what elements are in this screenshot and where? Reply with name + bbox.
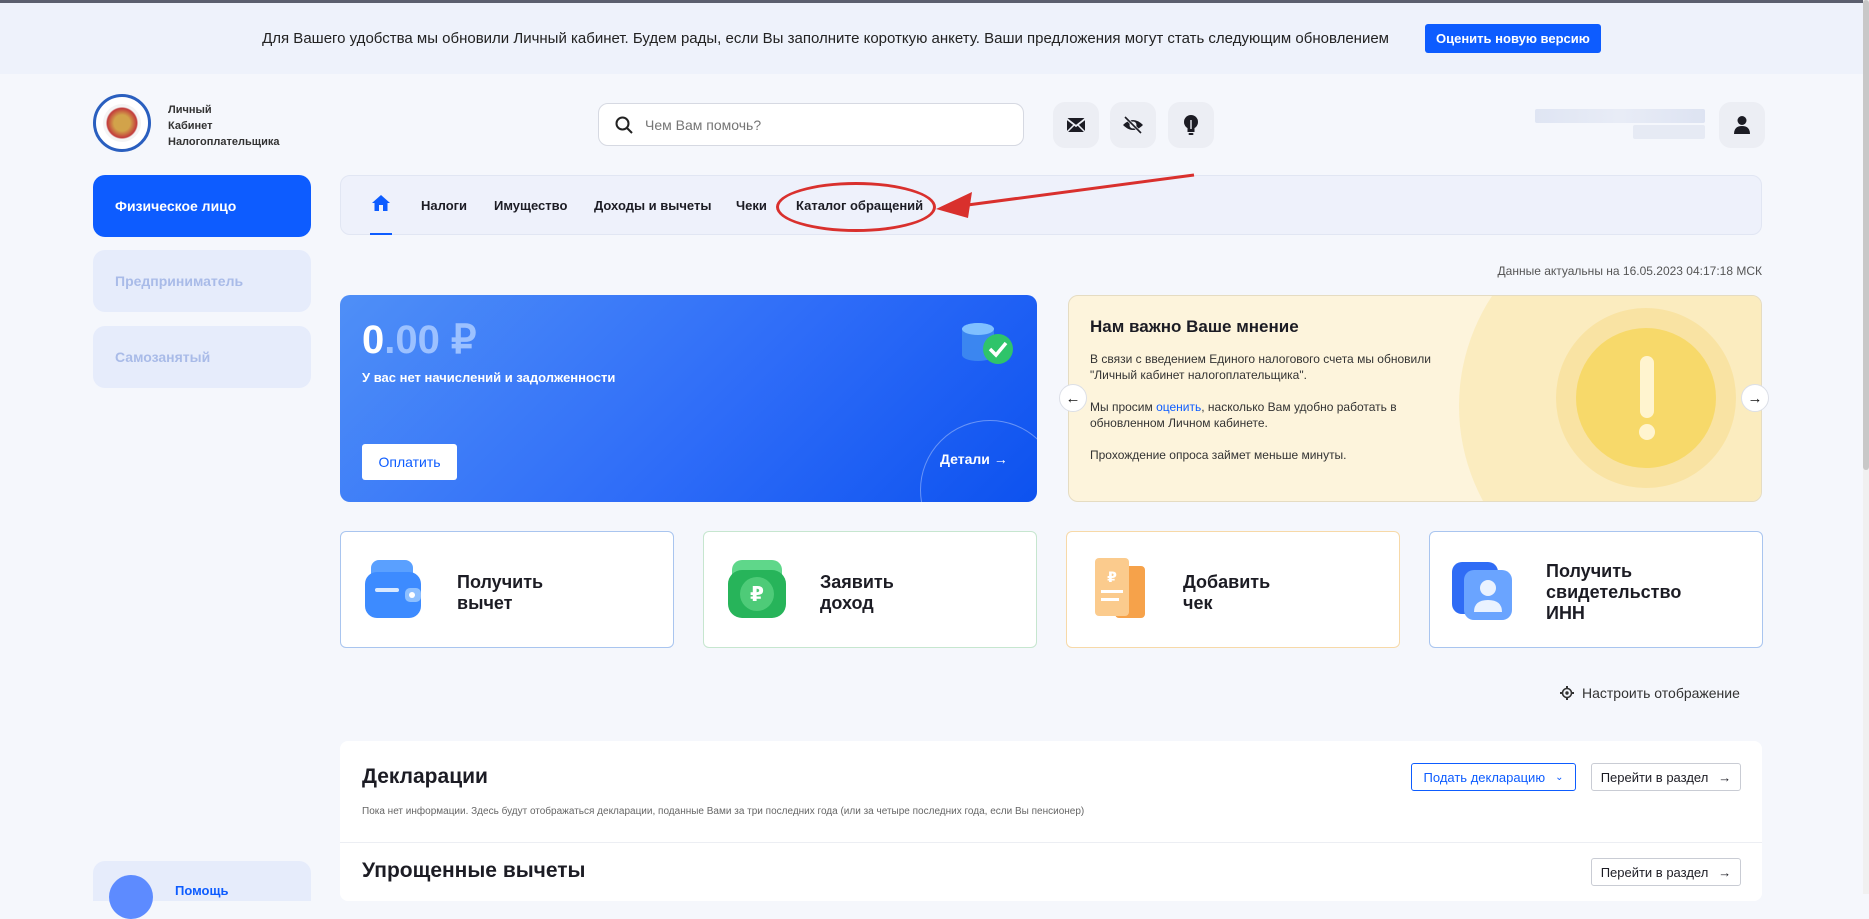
rate-new-version-button[interactable]: Оценить новую версию <box>1425 24 1601 53</box>
opinion-paragraph-1: В связи с введением Единого налогового с… <box>1090 352 1431 382</box>
declarations-empty-note: Пока нет информации. Здесь будут отображ… <box>362 806 1085 817</box>
chevron-down-icon: ⌄ <box>1555 771 1564 783</box>
update-banner: Для Вашего удобства мы обновили Личный к… <box>0 0 1863 74</box>
help-widget[interactable]: Помощь <box>93 861 311 919</box>
action-label-line-2: свидетельство <box>1546 582 1682 602</box>
lightbulb-icon <box>1184 115 1198 135</box>
action-card-inn-certificate[interactable]: Получить свидетельство ИНН <box>1429 531 1763 648</box>
opinion-p2-before: Мы просим <box>1090 400 1157 414</box>
logo-line-1: Личный <box>168 104 212 116</box>
exclamation-bar <box>1640 356 1654 418</box>
customize-display-label: Настроить отображение <box>1582 685 1740 701</box>
logo-line-2: Кабинет <box>168 120 213 132</box>
action-label-line-1: Добавить <box>1183 572 1271 592</box>
id-card-icon <box>1452 562 1512 620</box>
fns-logo[interactable] <box>93 94 151 152</box>
details-label: Детали <box>940 451 990 467</box>
search-icon <box>615 116 633 134</box>
opinion-card: Нам важно Ваше мнение В связи с введение… <box>1068 295 1762 502</box>
tab-income-deductions[interactable]: Доходы и вычеты <box>594 198 711 213</box>
balance-integer: 0 <box>362 318 385 362</box>
action-card-get-deduction[interactable]: Получить вычет <box>340 531 674 648</box>
action-label-line-2: чек <box>1183 593 1213 613</box>
gear-icon <box>1560 686 1574 700</box>
details-link[interactable]: Детали → <box>940 451 1008 467</box>
tips-button[interactable] <box>1168 102 1214 148</box>
action-label-line-1: Получить <box>457 572 544 592</box>
action-label-line-1: Заявить <box>820 572 894 592</box>
wallet-icon <box>365 560 421 618</box>
banner-text: Для Вашего удобства мы обновили Личный к… <box>262 30 1389 47</box>
declarations-title: Декларации <box>362 765 488 788</box>
action-label-line-2: вычет <box>457 593 513 613</box>
balance-decimal: .00 ₽ <box>384 318 477 362</box>
section-divider <box>340 842 1762 843</box>
balance-message: У вас нет начислений и задолженности <box>362 370 616 385</box>
visually-impaired-button[interactable] <box>1110 102 1156 148</box>
opinion-paragraph-2: Мы просим оценить, насколько Вам удобно … <box>1090 399 1470 431</box>
user-icon <box>1734 116 1750 134</box>
user-name-blurred <box>1535 109 1705 139</box>
exclamation-dot <box>1639 424 1655 440</box>
search-bar[interactable] <box>598 103 1024 146</box>
submit-declaration-dropdown[interactable]: Подать декларацию ⌄ <box>1411 763 1576 791</box>
arrow-left-icon: ← <box>1065 389 1081 407</box>
simplified-deductions-title: Упрощенные вычеты <box>362 859 586 882</box>
carousel-next-button[interactable]: → <box>1741 384 1769 412</box>
tab-taxes[interactable]: Налоги <box>421 198 467 213</box>
sidebar-item-individual[interactable]: Физическое лицо <box>93 175 311 237</box>
annotation-circle <box>776 182 936 232</box>
customize-display-link[interactable]: Настроить отображение <box>1560 685 1740 701</box>
opinion-paragraph-3: Прохождение опроса займет меньше минуты. <box>1090 448 1347 462</box>
declarations-section: Декларации Пока нет информации. Здесь бу… <box>340 741 1762 901</box>
simplified-go-button[interactable]: Перейти в раздел → <box>1591 858 1741 886</box>
action-card-declare-income[interactable]: ₽ Заявить доход <box>703 531 1037 648</box>
arrow-right-icon: → <box>1747 389 1763 407</box>
tab-property[interactable]: Имущество <box>494 198 567 213</box>
page-scrollbar[interactable] <box>1863 0 1869 894</box>
sidebar-item-entrepreneur[interactable]: Предприниматель <box>93 250 311 312</box>
submit-declaration-label: Подать декларацию <box>1423 769 1546 785</box>
help-label: Помощь <box>175 883 229 898</box>
action-card-add-receipt[interactable]: ₽ Добавить чек <box>1066 531 1400 648</box>
action-label-line-3: ИНН <box>1546 603 1585 623</box>
logo-line-3: Налогоплательщика <box>168 136 280 148</box>
balance-amount: 0.00 ₽ <box>362 317 476 363</box>
balance-card: 0.00 ₽ У вас нет начислений и задолженно… <box>340 295 1037 502</box>
pay-button[interactable]: Оплатить <box>362 444 457 480</box>
data-actual-timestamp: Данные актуальны на 16.05.2023 04:17:18 … <box>1497 264 1762 278</box>
rate-link[interactable]: оценить <box>1156 400 1201 414</box>
arrow-right-icon: → <box>1718 769 1732 785</box>
scrollbar-thumb[interactable] <box>1863 0 1869 470</box>
home-icon[interactable] <box>371 194 391 212</box>
go-label: Перейти в раздел <box>1600 769 1709 785</box>
mail-icon <box>1066 118 1086 133</box>
arrow-right-icon: → <box>1718 864 1732 880</box>
carousel-prev-button[interactable]: ← <box>1059 384 1087 412</box>
search-input[interactable] <box>645 116 1005 133</box>
opinion-title: Нам важно Ваше мнение <box>1090 317 1299 336</box>
active-tab-indicator <box>370 233 392 235</box>
ruble-icon: ₽ <box>728 560 786 618</box>
coins-check-icon <box>962 323 1013 364</box>
annotation-arrow <box>936 173 1195 218</box>
svg-text:₽: ₽ <box>1107 570 1117 586</box>
declarations-go-button[interactable]: Перейти в раздел → <box>1591 763 1741 791</box>
eye-off-icon <box>1123 116 1143 134</box>
svg-text:₽: ₽ <box>750 582 764 606</box>
sidebar-item-self-employed[interactable]: Самозанятый <box>93 326 311 388</box>
logo-text[interactable]: Личный Кабинет Налогоплательщика <box>168 102 279 150</box>
messages-button[interactable] <box>1053 102 1099 148</box>
help-icon <box>109 875 153 919</box>
profile-button[interactable] <box>1719 102 1765 148</box>
arrow-right-icon: → <box>993 451 1008 467</box>
receipt-icon: ₽ <box>1095 558 1145 618</box>
action-label-line-1: Получить <box>1546 561 1633 581</box>
go-label: Перейти в раздел <box>1600 864 1709 880</box>
tab-receipts[interactable]: Чеки <box>736 198 767 213</box>
action-label-line-2: доход <box>820 593 874 613</box>
